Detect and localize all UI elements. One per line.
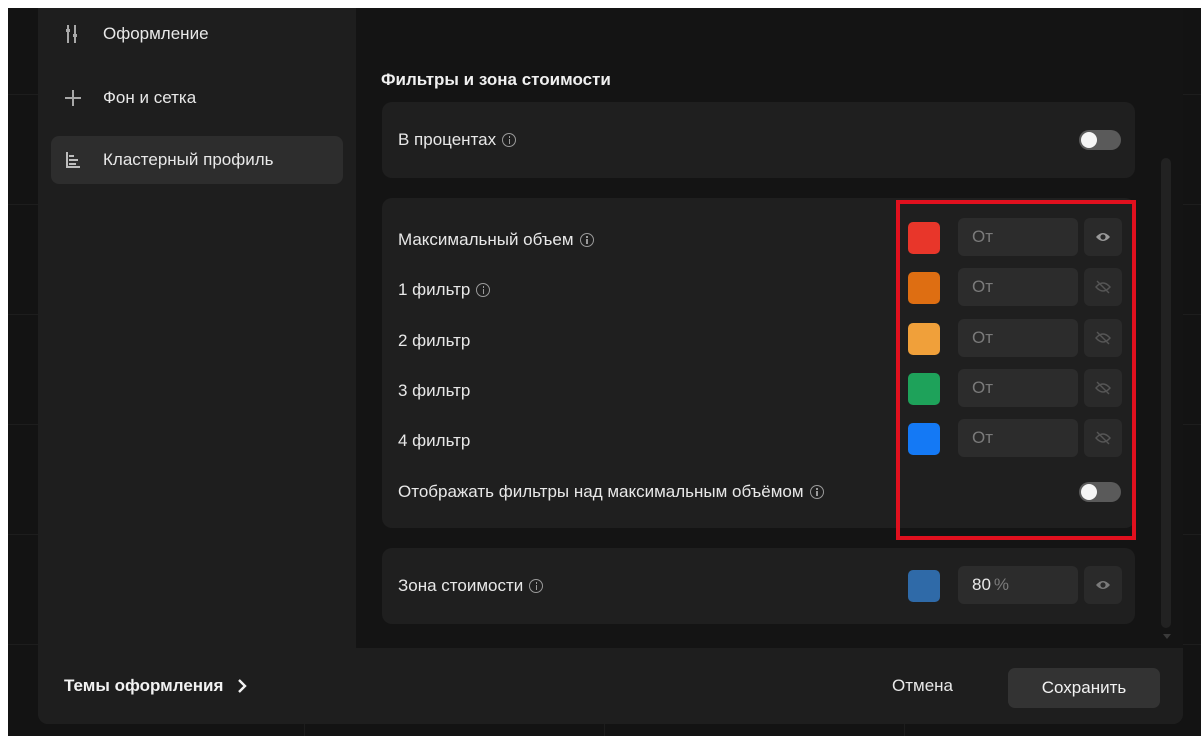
sidebar-item-appearance[interactable]: Оформление [51, 10, 343, 58]
info-icon[interactable] [579, 233, 594, 247]
input-value: 80 [972, 575, 991, 594]
input-unit: % [993, 575, 1010, 594]
cluster-profile-icon [65, 151, 81, 169]
filter-label-text: 4 фильтр [398, 431, 471, 450]
info-icon[interactable] [809, 485, 824, 499]
percent-toggle[interactable] [1079, 130, 1121, 150]
filter-row-label: 2 фильтр [398, 331, 470, 351]
percent-card: В процентах [382, 102, 1135, 178]
info-icon[interactable] [476, 283, 491, 297]
filter-label-text: Максимальный объем [398, 230, 574, 249]
sidebar-item-label: Фон и сетка [103, 88, 197, 107]
chevron-right-icon [238, 679, 248, 693]
toggle-knob [1081, 132, 1097, 148]
info-icon[interactable] [502, 133, 517, 147]
show-above-row-label: Отображать фильтры над максимальным объё… [398, 482, 824, 502]
color-swatch[interactable] [908, 570, 940, 602]
sliders-icon [65, 25, 81, 43]
highlight-box [896, 200, 1136, 540]
show-above-label-text: Отображать фильтры над максимальным объё… [398, 482, 804, 501]
filter-row-label: Максимальный объем [398, 230, 594, 250]
filter-label-text: 3 фильтр [398, 381, 471, 400]
scrollbar[interactable] [1161, 158, 1171, 628]
plus-icon [65, 89, 81, 107]
percent-label-text: В процентах [398, 130, 497, 149]
sidebar-item-label: Кластерный профиль [103, 150, 274, 169]
filter-label-text: 1 фильтр [398, 280, 471, 299]
eye-icon [1096, 581, 1110, 589]
cancel-button[interactable]: Отмена [892, 676, 953, 696]
themes-label: Темы оформления [64, 676, 224, 695]
section-title: Фильтры и зона стоимости [381, 70, 611, 89]
value-zone-row-label: Зона стоимости [398, 576, 544, 596]
visibility-toggle-button[interactable] [1084, 566, 1122, 604]
save-button[interactable]: Сохранить [1008, 668, 1160, 708]
modal-footer: Темы оформления Отмена Сохранить [38, 648, 1183, 724]
percent-row-label: В процентах [398, 130, 517, 150]
settings-sidebar: Оформление Фон и сетка Кластерный профил… [38, 8, 356, 648]
sidebar-item-background-grid[interactable]: Фон и сетка [51, 74, 343, 122]
filter-row-label: 1 фильтр [398, 280, 491, 300]
value-zone-input[interactable]: 80 % [958, 566, 1078, 604]
scroll-down-icon[interactable] [1163, 634, 1171, 639]
filter-label-text: 2 фильтр [398, 331, 471, 350]
info-icon[interactable] [529, 579, 544, 593]
settings-modal: Оформление Фон и сетка Кластерный профил… [38, 8, 1183, 724]
sidebar-item-label: Оформление [103, 24, 209, 43]
value-zone-label-text: Зона стоимости [398, 576, 524, 595]
sidebar-item-cluster-profile[interactable]: Кластерный профиль [51, 136, 343, 184]
themes-link[interactable]: Темы оформления [64, 676, 249, 696]
filter-row-label: 4 фильтр [398, 431, 470, 451]
filter-row-label: 3 фильтр [398, 381, 470, 401]
